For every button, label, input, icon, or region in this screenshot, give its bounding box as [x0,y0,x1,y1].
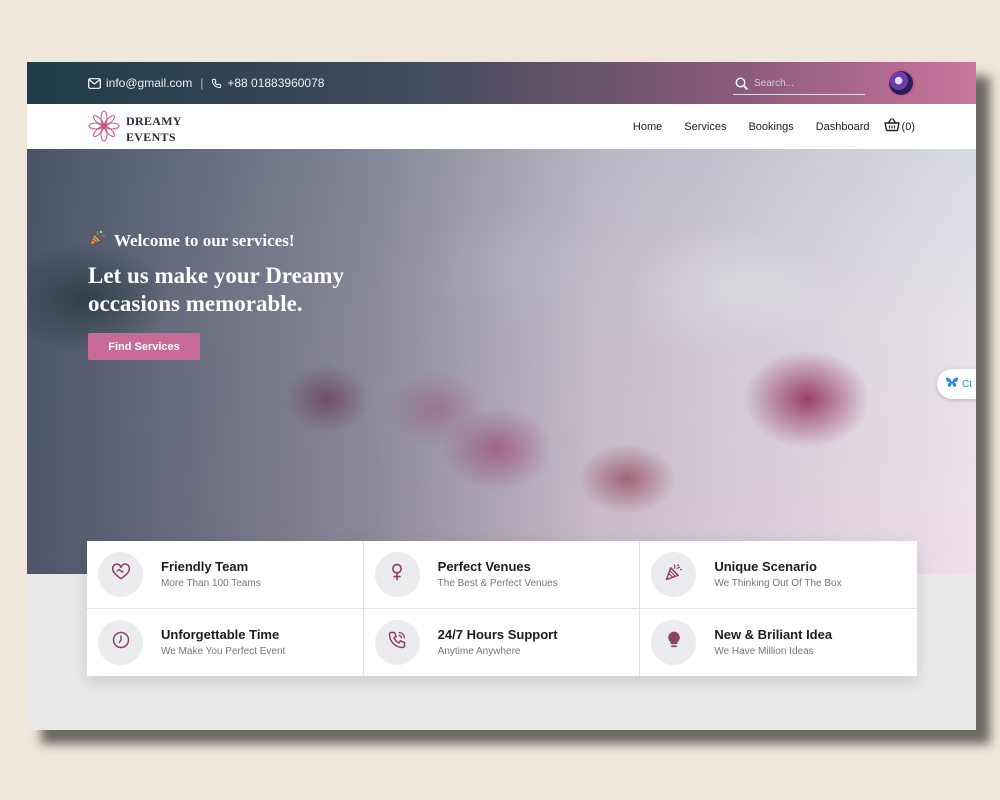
nav-home[interactable]: Home [633,121,662,133]
welcome-text: Welcome to our services! [114,230,295,250]
feature-icon-circle [374,619,420,665]
feature-title: Unforgettable Time [161,627,280,643]
cart-button[interactable]: (0) [883,118,915,135]
brand-name: DREAMY EVENTS [126,113,182,145]
feature-title: Perfect Venues [437,559,531,575]
search-input[interactable] [754,78,854,89]
search-icon[interactable] [735,77,748,90]
contact-phone[interactable]: +88 01883960078 [227,76,324,90]
party-popper-icon [664,562,684,587]
chat-widget-label: Ct [962,378,972,390]
female-symbol-icon [387,562,407,587]
mail-icon [88,77,101,89]
feature-subtitle: More Than 100 Teams [161,578,261,590]
feature-title: Friendly Team [161,559,249,575]
feature-subtitle: We Thinking Out Of The Box [714,578,842,590]
butterfly-icon [945,376,959,392]
feature-text: 24/7 Hours Support Anytime Anywhere [438,627,558,657]
contact-info: info@gmail.com | +88 01883960078 [88,76,324,90]
feature-text: Perfect Venues The Best & Perfect Venues [438,559,558,589]
lightbulb-icon [664,630,684,655]
features-grid: Friendly Team More Than 100 Teams Perfec… [87,541,917,676]
cart-count: (0) [901,120,915,133]
phone-call-icon [387,630,407,655]
feature-icon-circle [651,619,697,665]
flower-logo-icon [88,110,120,147]
feature-title: New & Briliant Idea [714,627,833,643]
feature-subtitle: Anytime Anywhere [437,646,521,658]
top-bar: info@gmail.com | +88 01883960078 [27,62,976,104]
feature-text: Unforgettable Time We Make You Perfect E… [161,627,285,657]
feature-icon-circle [98,551,143,597]
brand-logo[interactable]: DREAMY EVENTS [88,110,182,147]
hero-welcome: Welcome to our services! [88,229,428,252]
feature-card: Perfect Venues The Best & Perfect Venues [363,541,641,609]
heart-handshake-icon [111,562,131,587]
hero-banner: Welcome to our services! Let us make you… [27,149,976,574]
hero-content: Welcome to our services! Let us make you… [88,229,428,360]
feature-card: Friendly Team More Than 100 Teams [87,541,364,609]
feature-card: New & Briliant Idea We Have Million Idea… [640,609,917,677]
nav-services[interactable]: Services [684,121,726,133]
brand-line-1: DREAMY [126,113,182,128]
feature-text: New & Briliant Idea We Have Million Idea… [714,627,832,657]
find-services-button[interactable]: Find Services [88,333,200,360]
party-popper-icon [88,229,106,252]
clock-icon [111,630,131,655]
phone-icon [211,78,222,89]
nav-dashboard[interactable]: Dashboard [816,121,870,133]
feature-icon-circle [98,619,143,665]
feature-subtitle: We Make You Perfect Event [161,646,286,658]
chat-widget-tab[interactable]: Ct [937,369,976,399]
feature-icon-circle [651,551,697,597]
browser-page: info@gmail.com | +88 01883960078 Search.… [27,62,976,730]
feature-card: Unique Scenario We Thinking Out Of The B… [640,541,917,609]
nav-bookings[interactable]: Bookings [748,121,793,133]
brand-line-2: EVENTS [126,129,176,144]
search-box [733,73,865,95]
feature-subtitle: The Best & Perfect Venues [437,578,558,590]
feature-icon-circle [374,551,420,597]
feature-title: Unique Scenario [714,559,817,575]
feature-text: Unique Scenario We Thinking Out Of The B… [714,559,841,589]
nav-menu: Home Services Bookings Dashboard (0) [633,118,915,135]
contact-separator: | [200,76,204,90]
feature-card: Unforgettable Time We Make You Perfect E… [87,608,364,676]
feature-subtitle: We Have Million Ideas [714,646,814,658]
basket-icon [883,118,900,135]
feature-text: Friendly Team More Than 100 Teams [161,559,261,589]
feature-card: 24/7 Hours Support Anytime Anywhere [364,608,641,676]
feature-title: 24/7 Hours Support [437,627,558,643]
user-avatar[interactable] [887,69,915,97]
main-navbar: DREAMY EVENTS Home Services Bookings Das… [27,104,976,149]
hero-headline: Let us make your Dreamy occasions memora… [88,263,344,316]
contact-email[interactable]: info@gmail.com [106,76,192,90]
